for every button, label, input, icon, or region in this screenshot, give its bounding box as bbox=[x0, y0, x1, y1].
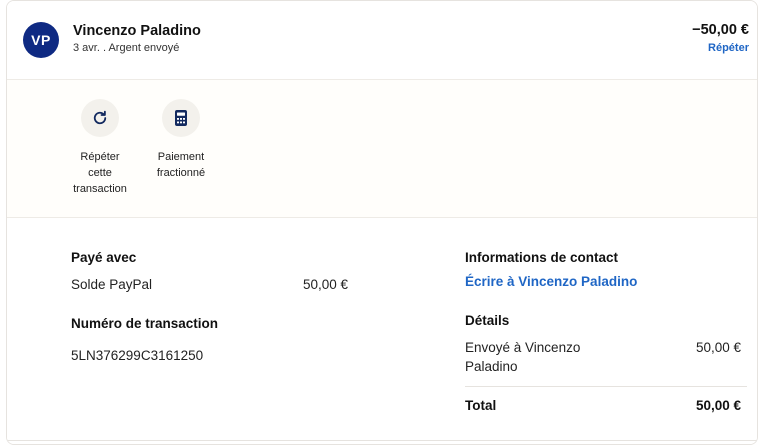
repeat-transaction-label-line2: cette bbox=[88, 167, 112, 179]
transaction-header[interactable]: VP Vincenzo Paladino 3 avr. . Argent env… bbox=[7, 1, 757, 80]
refresh-icon bbox=[81, 99, 119, 137]
payment-amount: 50,00 € bbox=[303, 277, 349, 292]
recipient-name: Vincenzo Paladino bbox=[73, 23, 201, 39]
total-label: Total bbox=[465, 398, 497, 413]
contact-info-heading: Informations de contact bbox=[465, 250, 619, 265]
total-amount: 50,00 € bbox=[696, 398, 742, 413]
details-heading: Détails bbox=[465, 313, 510, 328]
contact-link[interactable]: Écrire à Vincenzo Paladino bbox=[465, 274, 637, 289]
split-payment-button[interactable]: Paiement fractionné bbox=[145, 99, 217, 181]
repeat-link[interactable]: Répéter bbox=[708, 42, 749, 54]
repeat-transaction-label-line3: transaction bbox=[73, 183, 127, 195]
transaction-subtitle: 3 avr. . Argent envoyé bbox=[73, 42, 180, 54]
repeat-transaction-button[interactable]: Répéter cette transaction bbox=[65, 99, 135, 197]
sent-to-line1: Envoyé à Vincenzo bbox=[465, 340, 581, 355]
avatar: VP bbox=[23, 22, 59, 58]
transaction-id: 5LN376299C3161250 bbox=[71, 348, 204, 363]
calculator-icon bbox=[162, 99, 200, 137]
payment-method: Solde PayPal bbox=[71, 277, 153, 292]
transaction-number-heading: Numéro de transaction bbox=[71, 316, 219, 331]
sent-amount: 50,00 € bbox=[696, 340, 742, 355]
summary-divider bbox=[465, 386, 747, 387]
sent-to-line2: Paladino bbox=[465, 359, 518, 374]
actions-panel: Répéter cette transaction Paiement fract… bbox=[7, 80, 757, 218]
details-panel: Payé avec Solde PayPal 50,00 € Numéro de… bbox=[7, 218, 757, 444]
transaction-amount: −50,00 € bbox=[692, 22, 749, 38]
split-payment-label-line1: Paiement bbox=[157, 151, 205, 163]
paid-with-heading: Payé avec bbox=[71, 250, 137, 265]
transaction-card: VP Vincenzo Paladino 3 avr. . Argent env… bbox=[6, 0, 758, 445]
bottom-divider bbox=[7, 440, 757, 441]
split-payment-label-line2: fractionné bbox=[156, 167, 206, 179]
repeat-transaction-label-line1: Répéter bbox=[80, 151, 120, 163]
